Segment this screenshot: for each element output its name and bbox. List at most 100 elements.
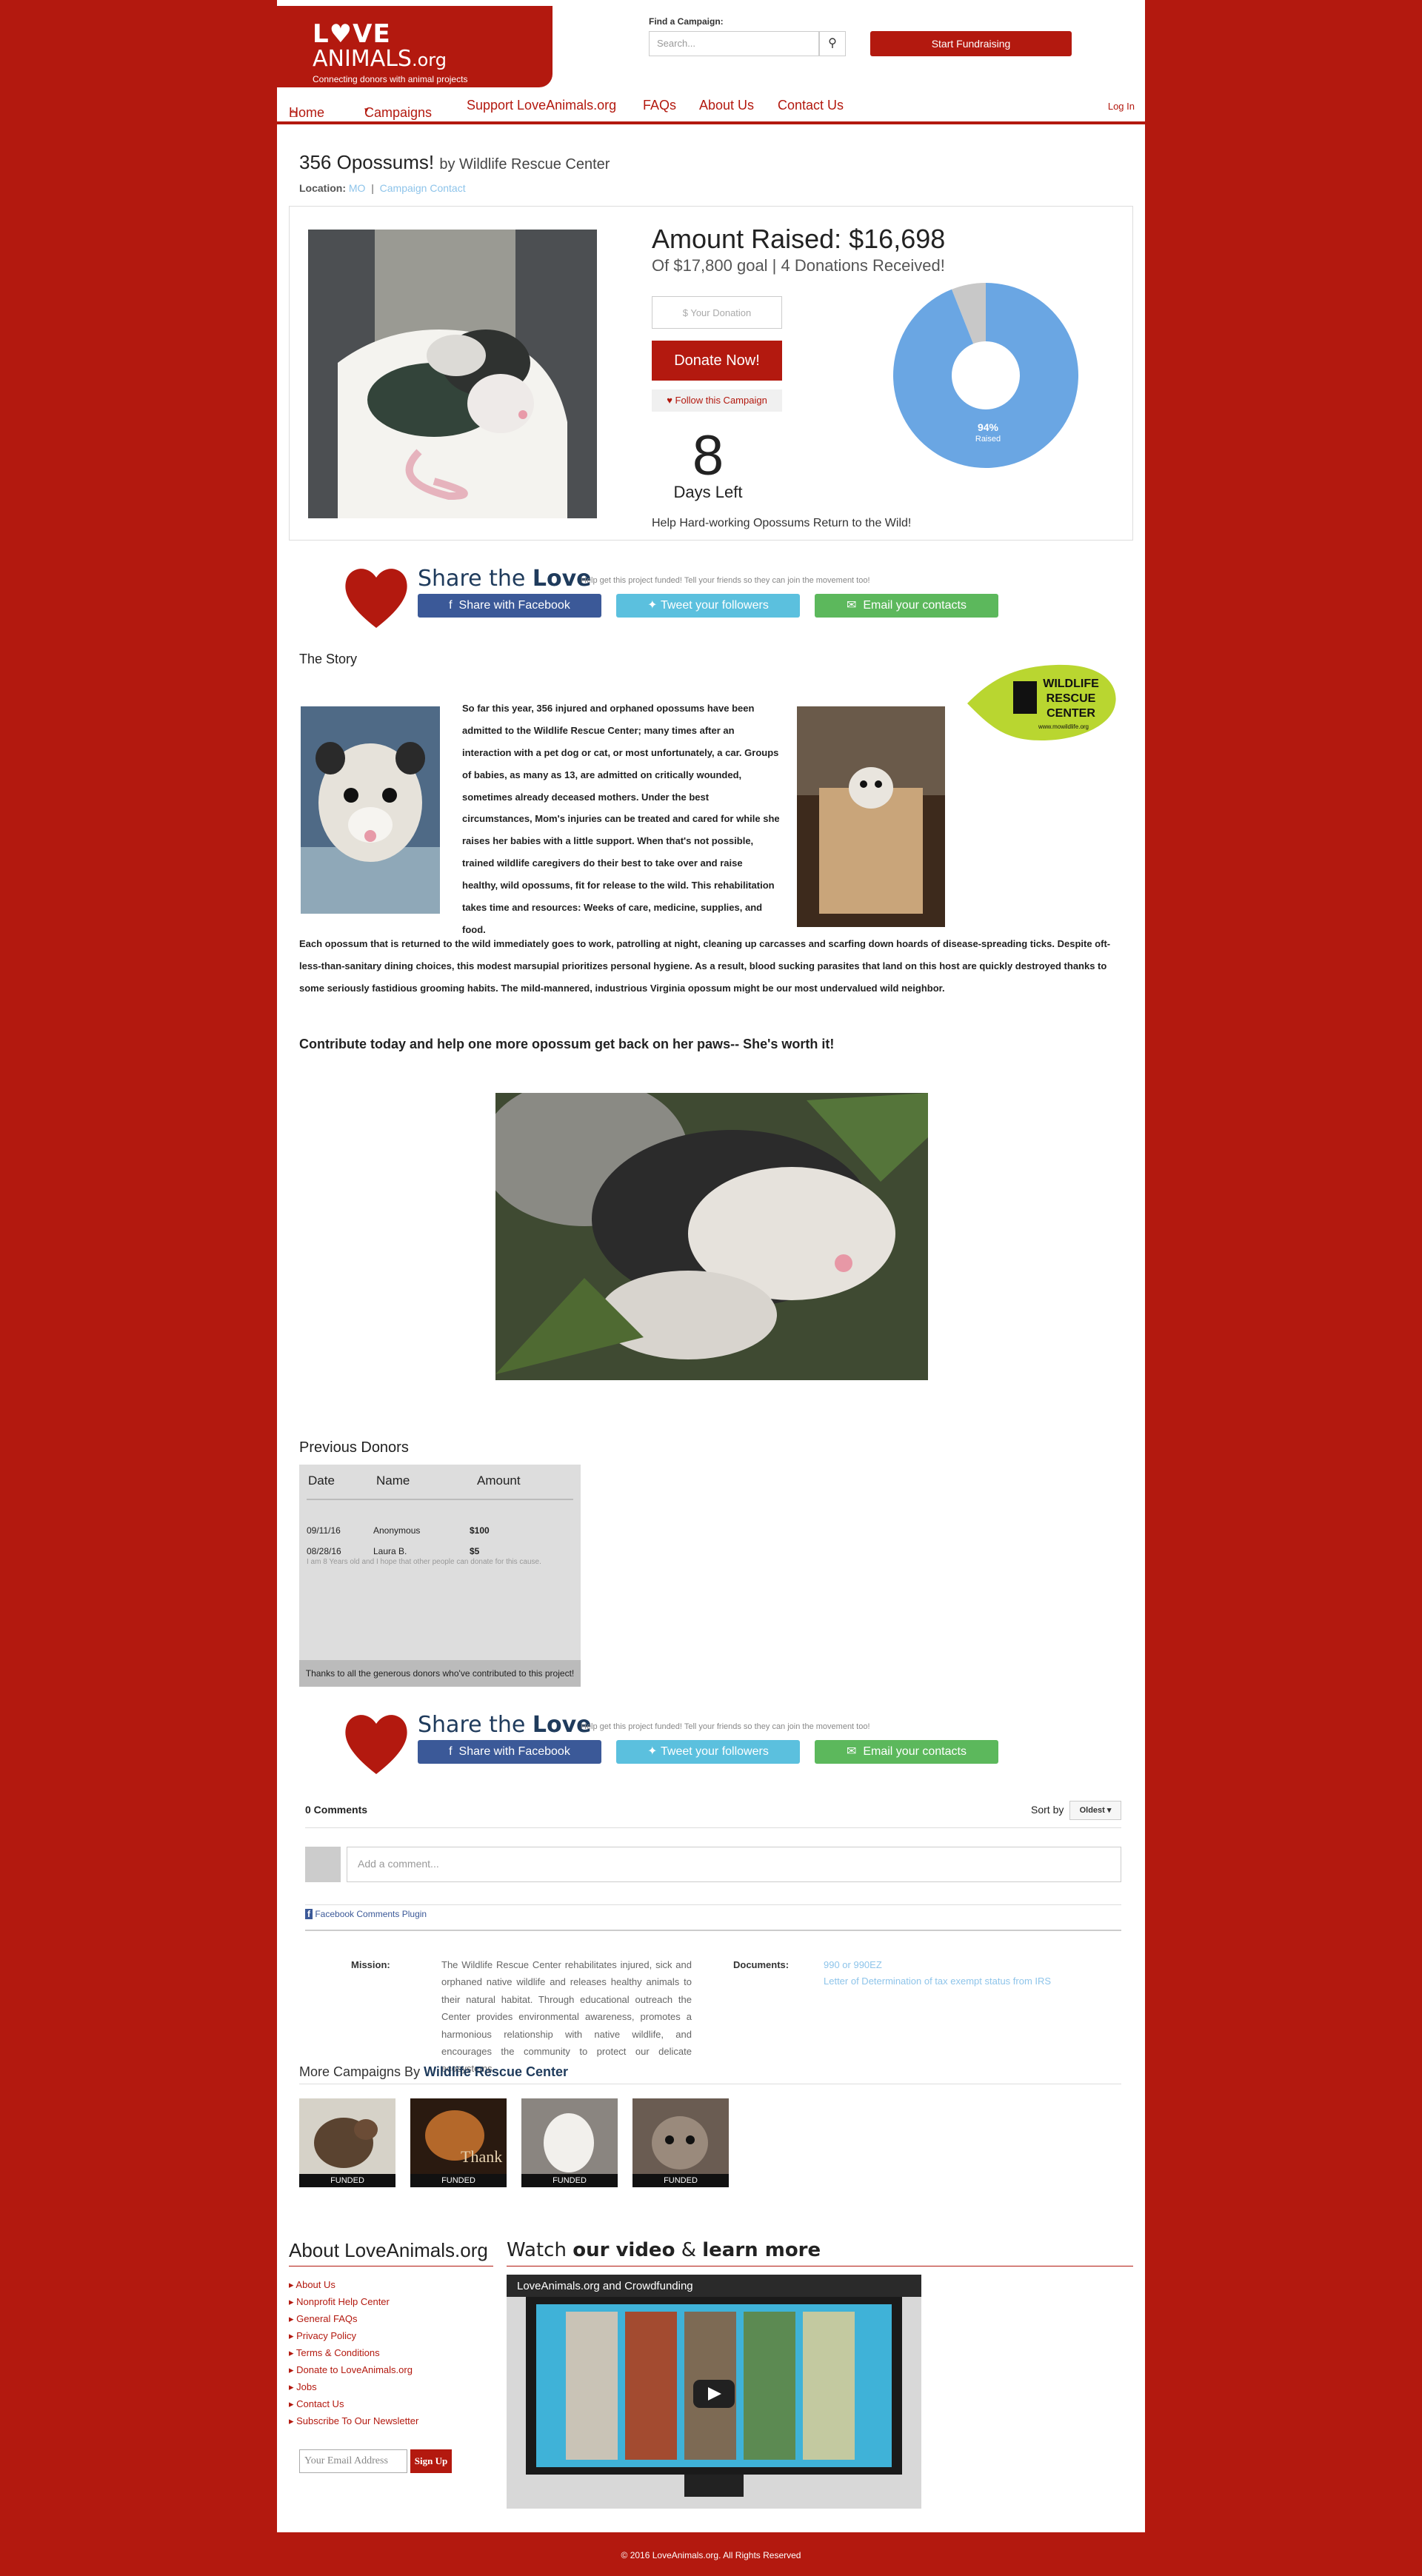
- story-call-to-action: Contribute today and help one more oposs…: [299, 1037, 835, 1051]
- funded-badge: FUNDED: [521, 2174, 618, 2187]
- campaign-contact-link[interactable]: Campaign Contact: [380, 182, 466, 194]
- previous-donors-heading: Previous Donors: [299, 1439, 409, 1456]
- share-subtitle: Help get this project funded! Tell your …: [581, 1722, 870, 1731]
- main-nav: ⌂ Home Campaigns ▾ Support LoveAnimals.o…: [277, 90, 1145, 124]
- video-player[interactable]: LoveAnimals.org and Crowdfunding: [507, 2275, 921, 2509]
- search-button[interactable]: ⚲: [819, 31, 846, 56]
- pie-raised-label: Raised: [975, 435, 1001, 444]
- location-value[interactable]: MO: [349, 182, 366, 194]
- bullet-icon: ▸: [289, 2347, 296, 2358]
- col-date: Date: [308, 1473, 335, 1488]
- newsletter-signup-button[interactable]: Sign Up: [410, 2449, 452, 2473]
- bullet-icon: ▸: [289, 2415, 297, 2426]
- footer-link-label: About Us: [296, 2279, 336, 2290]
- share-email-button[interactable]: ✉ Email your contacts: [815, 1740, 998, 1764]
- goal-line: Of $17,800 goal | 4 Donations Received!: [652, 256, 945, 275]
- story-photo-right: [797, 706, 945, 927]
- campaign-thumbnail[interactable]: FUNDED: [632, 2098, 729, 2187]
- footer-link-label: Donate to LoveAnimals.org: [296, 2364, 413, 2375]
- days-left-count: 8: [692, 424, 724, 487]
- mission-label: Mission:: [351, 1959, 390, 1970]
- table-divider: [307, 1499, 573, 1500]
- nav-campaigns-label: Campaigns: [364, 105, 433, 120]
- newsletter-email-input[interactable]: Your Email Address: [299, 2449, 407, 2473]
- footer-link-newsletter[interactable]: ▸ Subscribe To Our Newsletter: [289, 2415, 418, 2427]
- donor-date: 08/28/16: [307, 1546, 341, 1556]
- sort-select[interactable]: Oldest ▾: [1069, 1801, 1121, 1820]
- share-twitter-button[interactable]: ✦ Tweet your followers: [616, 1740, 800, 1764]
- campaign-main-photo: [308, 230, 597, 518]
- footer-link-contact[interactable]: ▸ Contact Us: [289, 2398, 344, 2410]
- documents-label: Documents:: [733, 1959, 790, 1970]
- comments-divider: [305, 1904, 1121, 1905]
- share-email-button[interactable]: ✉ Email your contacts: [815, 594, 998, 618]
- sort-label: Sort by: [1031, 1804, 1064, 1816]
- footer-link-about[interactable]: ▸ About Us: [289, 2279, 336, 2291]
- nav-contact[interactable]: Contact Us: [778, 98, 844, 113]
- footer-link-terms[interactable]: ▸ Terms & Conditions: [289, 2347, 380, 2359]
- share-facebook-button[interactable]: f Share with Facebook: [418, 594, 601, 618]
- watch-video-title: Watch our video & learn more: [507, 2239, 821, 2261]
- campaign-thumbnail[interactable]: FUNDED: [299, 2098, 395, 2187]
- nav-about[interactable]: About Us: [699, 98, 754, 113]
- donate-now-button[interactable]: Donate Now!: [652, 341, 782, 381]
- document-link-990[interactable]: 990 or 990EZ: [824, 1956, 882, 1973]
- find-campaign-label: Find a Campaign:: [649, 16, 724, 27]
- footer-link-label: Jobs: [296, 2381, 317, 2392]
- story-paragraph-2: Each opossum that is returned to the wil…: [299, 938, 1111, 994]
- footer-link-jobs[interactable]: ▸ Jobs: [289, 2381, 317, 2393]
- share-twitter-label: Tweet your followers: [661, 1745, 769, 1758]
- avatar: [305, 1847, 341, 1882]
- nav-faqs[interactable]: FAQs: [643, 98, 676, 113]
- share-title-a: Share the: [418, 1712, 533, 1738]
- document-link-irs[interactable]: Letter of Determination of tax exempt st…: [824, 1973, 1051, 1990]
- badge-line-1: WILDLIFE: [1043, 678, 1099, 690]
- caret-down-icon: ▾: [364, 106, 369, 115]
- story-paragraph-1: So far this year, 356 injured and orphan…: [462, 703, 780, 935]
- footer-link-label: Privacy Policy: [296, 2330, 357, 2341]
- thumbnail-text: Thank: [461, 2147, 502, 2166]
- campaign-thumbnail[interactable]: FUNDED: [521, 2098, 618, 2187]
- footer-link-label: General FAQs: [296, 2313, 358, 2324]
- footer-link-donate[interactable]: ▸ Donate to LoveAnimals.org: [289, 2364, 413, 2376]
- footer-link-privacy[interactable]: ▸ Privacy Policy: [289, 2330, 356, 2342]
- more-heading-a: More Campaigns By: [299, 2064, 424, 2079]
- nav-support[interactable]: Support LoveAnimals.org: [467, 98, 616, 113]
- footer-link-faqs[interactable]: ▸ General FAQs: [289, 2313, 358, 2325]
- nav-home-label: Home: [289, 105, 325, 120]
- share-twitter-button[interactable]: ✦ Tweet your followers: [616, 594, 800, 618]
- share-facebook-label: Share with Facebook: [458, 1745, 570, 1758]
- about-title: About LoveAnimals.org: [289, 2239, 488, 2261]
- search-input[interactable]: Search...: [649, 31, 819, 56]
- share-facebook-button[interactable]: f Share with Facebook: [418, 1740, 601, 1764]
- envelope-icon: ✉: [847, 599, 864, 612]
- facebook-icon: f: [449, 599, 459, 612]
- twitter-icon: ✦: [647, 1745, 661, 1758]
- badge-line-2: RESCUE: [1047, 692, 1096, 705]
- plugin-label: Facebook Comments Plugin: [315, 1909, 427, 1919]
- campaign-thumbnail[interactable]: Thank FUNDED: [410, 2098, 507, 2187]
- login-link[interactable]: Log In: [1108, 101, 1135, 112]
- section-divider: [305, 1930, 1121, 1931]
- col-name: Name: [376, 1473, 410, 1488]
- campaign-subtitle: Help Hard-working Opossums Return to the…: [652, 517, 912, 529]
- footer-link-help-center[interactable]: ▸ Nonprofit Help Center: [289, 2296, 390, 2308]
- comment-input[interactable]: Add a comment...: [347, 1847, 1121, 1882]
- facebook-comments-plugin-link[interactable]: f Facebook Comments Plugin: [305, 1909, 427, 1919]
- donor-date: 09/11/16: [307, 1525, 341, 1536]
- footer-link-label: Contact Us: [296, 2398, 344, 2409]
- donation-amount-input[interactable]: $ Your Donation: [652, 296, 782, 329]
- video-title: LoveAnimals.org and Crowdfunding: [517, 2280, 693, 2292]
- days-left-label: Days Left: [673, 483, 743, 501]
- donor-name: Laura B.: [373, 1546, 407, 1556]
- facebook-icon: f: [449, 1745, 459, 1758]
- pie-hole: [952, 341, 1020, 409]
- big-heart-icon: [345, 1715, 407, 1774]
- share-email-label: Email your contacts: [863, 1745, 967, 1758]
- funded-badge: FUNDED: [410, 2174, 507, 2187]
- donors-table[interactable]: Date Name Amount 09/11/16 Anonymous $100…: [299, 1465, 581, 1687]
- follow-campaign-button[interactable]: ♥ Follow this Campaign: [652, 389, 782, 412]
- start-fundraising-button[interactable]: Start Fundraising: [870, 31, 1072, 56]
- more-heading-org[interactable]: Wildlife Rescue Center: [424, 2064, 568, 2079]
- site-logo[interactable]: L♥VE ANIMALS.org Connecting donors with …: [277, 6, 553, 87]
